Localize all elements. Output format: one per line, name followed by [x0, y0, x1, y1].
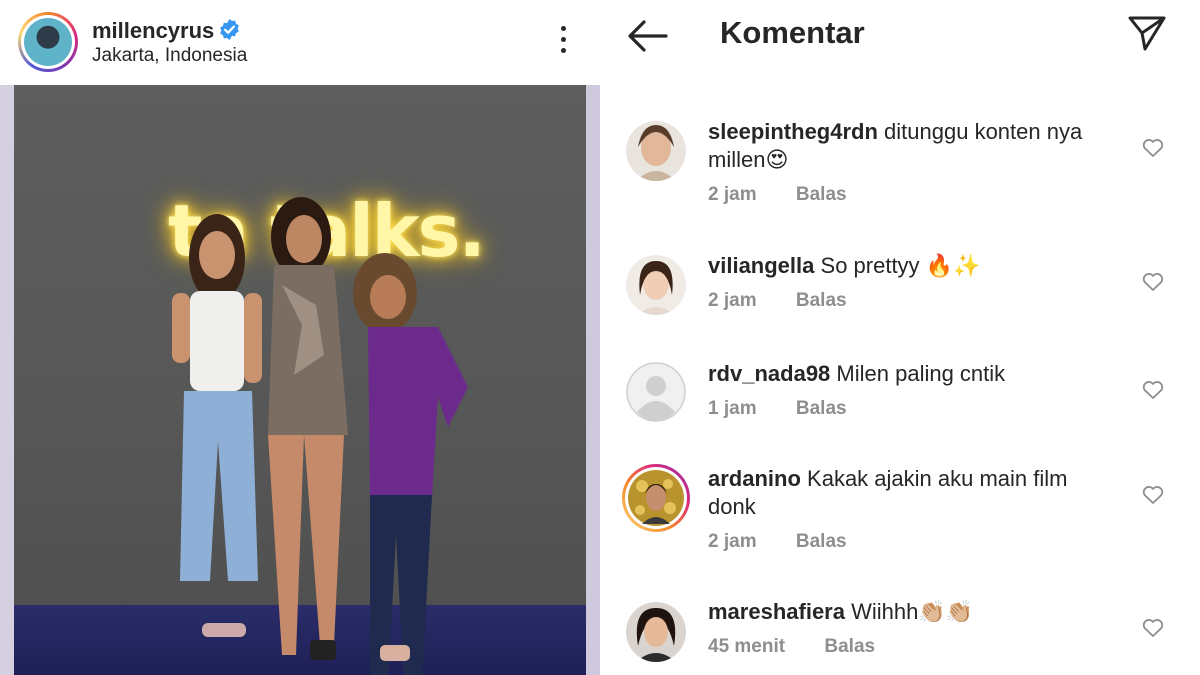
- comment-avatar[interactable]: [626, 121, 686, 181]
- comments-header: Komentar: [600, 0, 1200, 70]
- post-location[interactable]: Jakarta, Indonesia: [92, 45, 247, 67]
- comment-username[interactable]: ardanino: [708, 466, 801, 491]
- comment-avatar[interactable]: [626, 602, 686, 662]
- default-avatar-icon[interactable]: [626, 362, 686, 422]
- post-author-username[interactable]: millencyrus: [92, 18, 214, 44]
- post-photo[interactable]: ta talks.: [0, 85, 600, 675]
- comment-text: Milen paling cntik: [836, 361, 1006, 386]
- comments-panel: Komentar sleepintheg4rdn ditunggu konten…: [600, 0, 1200, 675]
- heart-icon[interactable]: [1142, 485, 1164, 505]
- comment-text: So prettyy 🔥✨: [820, 253, 981, 278]
- comment-time: 2 jam: [708, 290, 757, 311]
- reply-button[interactable]: Balas: [796, 184, 847, 205]
- comment-time: 1 jam: [708, 398, 757, 419]
- heart-icon[interactable]: [1142, 272, 1164, 292]
- post-author-avatar[interactable]: [18, 12, 78, 72]
- post-panel: millencyrus Jakarta, Indonesia ta talks.: [0, 0, 600, 675]
- reply-button[interactable]: Balas: [796, 398, 847, 419]
- comment-time: 2 jam: [708, 531, 757, 552]
- post-header: millencyrus Jakarta, Indonesia: [0, 0, 600, 85]
- comment-username[interactable]: mareshafiera: [708, 599, 845, 624]
- send-share-icon[interactable]: [1126, 12, 1168, 54]
- reply-button[interactable]: Balas: [796, 290, 847, 311]
- back-arrow-icon[interactable]: [626, 18, 668, 54]
- comments-title: Komentar: [720, 15, 865, 50]
- person-figure-right: [353, 253, 468, 675]
- comment-text: Wiihhh👏🏼👏🏼: [851, 599, 974, 624]
- comment-time: 45 menit: [708, 636, 786, 657]
- more-options-icon[interactable]: [553, 26, 573, 58]
- comment-time: 2 jam: [708, 184, 757, 205]
- reply-button[interactable]: Balas: [824, 636, 875, 657]
- comment-username[interactable]: sleepintheg4rdn: [708, 119, 878, 144]
- reply-button[interactable]: Balas: [796, 531, 847, 552]
- comment-avatar[interactable]: [626, 255, 686, 315]
- comment-username[interactable]: viliangella: [708, 253, 814, 278]
- comment-avatar-story-ring[interactable]: [620, 462, 692, 534]
- heart-icon[interactable]: [1142, 380, 1164, 400]
- comment-username[interactable]: rdv_nada98: [708, 361, 830, 386]
- heart-icon[interactable]: [1142, 138, 1164, 158]
- verified-badge-icon: [220, 18, 239, 41]
- heart-icon[interactable]: [1142, 618, 1164, 638]
